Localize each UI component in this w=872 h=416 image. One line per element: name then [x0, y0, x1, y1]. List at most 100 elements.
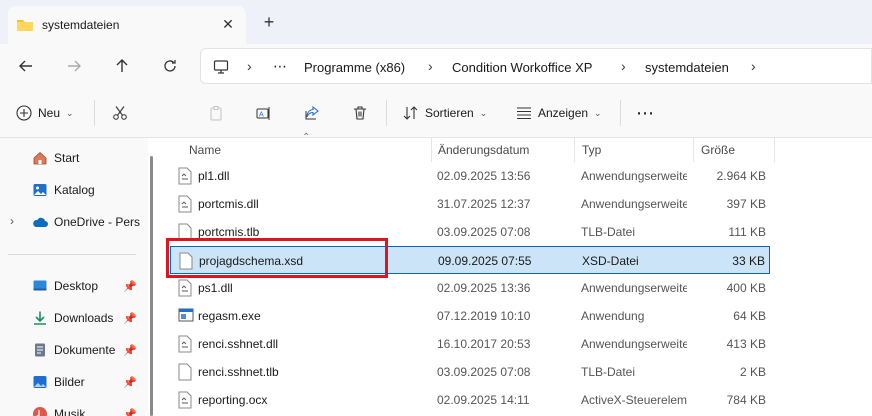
scissors-icon [113, 106, 127, 120]
music-icon [32, 406, 48, 416]
dll-icon [178, 195, 194, 213]
breadcrumb-overflow[interactable]: ⋯ [273, 58, 287, 75]
file-type: TLB-Datei [581, 365, 636, 379]
dll-icon [178, 391, 194, 409]
file-date: 02.09.2025 13:56 [437, 169, 531, 183]
new-button[interactable]: Neu ⌄ [16, 100, 74, 126]
file-type: XSD-Datei [582, 254, 639, 268]
download-icon [32, 310, 48, 326]
rename-icon: A [256, 107, 270, 120]
sidebar-item-start[interactable]: Start [0, 144, 148, 172]
table-row[interactable]: pl1.dll 02.09.2025 13:56 Anwendungserwei… [170, 162, 770, 190]
breadcrumb-condition[interactable]: Condition Workoffice XP [452, 60, 592, 75]
folder-icon [16, 17, 34, 36]
command-bar: Neu ⌄ A Sortieren ⌄ Anzeigen ⌄ ⋯ [0, 88, 872, 138]
file-size: 2 KB [739, 365, 766, 379]
pin-icon: 📌 [123, 345, 137, 357]
sidebar-item-desktop[interactable]: Desktop 📌 [0, 272, 148, 300]
table-row[interactable]: ps1.dll 02.09.2025 13:36 Anwendungserwei… [170, 274, 770, 302]
file-date: 07.12.2019 10:10 [437, 309, 531, 323]
sidebar-item-musik[interactable]: Musik 📌 [0, 400, 148, 416]
file-type: Anwendungserweiterung [581, 281, 687, 295]
sidebar-item-katalog[interactable]: Katalog [0, 176, 148, 204]
back-button[interactable] [12, 52, 40, 80]
pin-icon: 📌 [123, 313, 137, 325]
dll-icon [178, 335, 194, 353]
up-button[interactable] [108, 52, 136, 80]
column-header-row: ⌃ Name Änderungsdatum Typ Größe [158, 132, 872, 162]
close-tab-icon[interactable]: ✕ [220, 16, 236, 32]
refresh-icon [164, 60, 176, 72]
sidebar-item-onedrive[interactable]: › OneDrive - Perso [0, 208, 148, 236]
column-divider[interactable] [574, 138, 575, 162]
exe-icon [178, 307, 194, 325]
file-type: ActiveX-Steuerelement [581, 393, 687, 407]
sidebar-item-dokumente[interactable]: Dokumente 📌 [0, 336, 148, 364]
file-size: 400 KB [726, 281, 766, 295]
sort-button[interactable]: Sortieren ⌄ [403, 100, 487, 126]
clipboard-icon [210, 106, 222, 121]
home-icon [32, 150, 48, 166]
file-type: Anwendung [581, 309, 645, 323]
forward-button[interactable] [60, 52, 88, 80]
refresh-button[interactable] [156, 52, 184, 80]
table-row[interactable]: renci.sshnet.dll 16.10.2017 20:53 Anwend… [170, 330, 770, 358]
share-button[interactable] [304, 100, 320, 126]
rename-button[interactable]: A [256, 100, 272, 126]
delete-button[interactable] [352, 100, 368, 126]
cut-button[interactable] [112, 100, 128, 126]
sidebar-item-label: Start [54, 151, 80, 165]
chevron-right-icon: › [247, 58, 252, 74]
sidebar-item-label: OneDrive - Perso [54, 215, 140, 229]
pin-icon: 📌 [123, 281, 137, 293]
column-header-type[interactable]: Typ [582, 143, 601, 157]
new-tab-button[interactable]: + [258, 12, 280, 34]
chevron-down-icon: ⌄ [66, 107, 74, 118]
tab-systemdateien[interactable]: systemdateien ✕ [8, 6, 246, 44]
tab-title: systemdateien [42, 18, 120, 32]
table-row[interactable]: regasm.exe 07.12.2019 10:10 Anwendung 64… [170, 302, 770, 330]
column-divider[interactable] [774, 138, 775, 162]
column-divider[interactable] [693, 138, 694, 162]
chevron-right-icon[interactable]: › [621, 58, 626, 74]
chevron-right-icon[interactable]: › [10, 214, 14, 228]
more-options-button[interactable]: ⋯ [636, 100, 654, 126]
chevron-right-icon[interactable]: › [751, 58, 756, 74]
sidebar-item-downloads[interactable]: Downloads 📌 [0, 304, 148, 332]
column-header-size[interactable]: Größe [701, 143, 735, 157]
file-name: pl1.dll [198, 169, 230, 183]
arrow-up-icon [116, 59, 128, 72]
file-name: renci.sshnet.dll [198, 337, 279, 351]
chevron-down-icon: ⌄ [479, 107, 488, 118]
file-date: 02.09.2025 13:36 [437, 281, 531, 295]
cloud-icon [32, 214, 48, 230]
column-header-date[interactable]: Änderungsdatum [438, 143, 529, 157]
chevron-right-icon[interactable]: › [428, 58, 433, 74]
chevron-down-icon: ⌄ [594, 107, 602, 118]
column-divider[interactable] [431, 138, 432, 162]
breadcrumb-programme[interactable]: Programme (x86) [304, 60, 405, 75]
breadcrumb-systemdateien[interactable]: systemdateien [645, 60, 729, 75]
sort-icon [403, 106, 418, 120]
address-bar[interactable]: › ⋯ Programme (x86) › Condition Workoffi… [200, 48, 872, 84]
sidebar-scrollbar[interactable] [150, 156, 153, 416]
view-button[interactable]: Anzeigen ⌄ [516, 100, 602, 126]
table-row[interactable]: renci.sshnet.tlb 03.09.2025 07:08 TLB-Da… [170, 358, 770, 386]
file-name: regasm.exe [198, 309, 261, 323]
desktop-icon [32, 278, 48, 294]
table-row[interactable]: portcmis.dll 31.07.2025 12:37 Anwendungs… [170, 190, 770, 218]
pin-icon: 📌 [123, 409, 137, 416]
paste-button[interactable] [208, 100, 224, 126]
plus-circle-icon [16, 105, 32, 121]
table-row[interactable]: reporting.ocx 02.09.2025 14:11 ActiveX-S… [170, 386, 770, 414]
column-header-name[interactable]: Name [189, 143, 221, 157]
sidebar-item-bilder[interactable]: Bilder 📌 [0, 368, 148, 396]
sidebar-item-label: Katalog [54, 183, 95, 197]
file-size: 111 KB [728, 225, 766, 239]
svg-text:A: A [259, 112, 264, 119]
file-size: 64 KB [733, 309, 766, 323]
pictures-icon [32, 374, 48, 390]
file-type: TLB-Datei [581, 225, 636, 239]
navigation-pane: Start Katalog › OneDrive - Perso Desktop… [0, 138, 148, 416]
arrow-left-icon [19, 60, 32, 72]
